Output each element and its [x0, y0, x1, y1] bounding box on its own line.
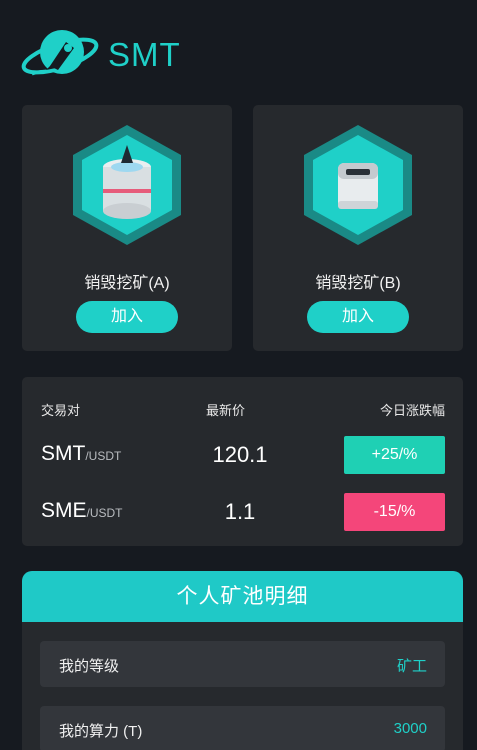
- pool-row-hashrate: 我的算力 (T) 3000: [40, 706, 445, 750]
- join-button-a[interactable]: 加入: [76, 301, 178, 333]
- latest-price: 120.1: [212, 442, 268, 467]
- quote-symbol: /USDT: [86, 506, 123, 520]
- mining-title-a: 销毁挖矿(A): [84, 275, 170, 292]
- change-badge: -15/%: [344, 493, 445, 531]
- latest-price: 1.1: [224, 499, 256, 524]
- mining-card-a: 销毁挖矿(A) 加入: [22, 105, 232, 351]
- mining-machine-box-icon: [304, 125, 412, 245]
- pool-row-value: 矿工: [396, 658, 427, 675]
- market-table: 交易对 最新价 今日涨跌幅 SMT/USDT 120.1 +25/% SME/U…: [22, 377, 463, 546]
- header-change: 今日涨跌幅: [379, 403, 445, 418]
- rocket-planet-logo-icon: [21, 30, 99, 76]
- mining-title-b: 销毁挖矿(B): [315, 275, 401, 292]
- mining-machine-cylinder-icon: [73, 125, 181, 245]
- symbol: SMT/USDT: [41, 442, 121, 466]
- base-symbol: SME: [41, 499, 87, 522]
- header-price: 最新价: [206, 403, 246, 418]
- app-header: SMT: [20, 22, 181, 88]
- personal-pool-panel: 个人矿池明细 我的等级 矿工 我的算力 (T) 3000: [22, 571, 463, 750]
- base-symbol: SMT: [41, 442, 86, 465]
- header-pair: 交易对: [41, 403, 81, 418]
- mining-card-b: 销毁挖矿(B) 加入: [253, 105, 463, 351]
- pool-row-level: 我的等级 矿工: [40, 641, 445, 687]
- market-row-smt[interactable]: SMT/USDT 120.1 +25/%: [22, 436, 463, 474]
- symbol: SME/USDT: [41, 499, 123, 523]
- join-button-b[interactable]: 加入: [307, 301, 409, 333]
- change-badge: +25/%: [344, 436, 445, 474]
- brand-name: SMT: [108, 36, 181, 73]
- pool-row-value: 3000: [393, 720, 427, 737]
- market-row-sme[interactable]: SME/USDT 1.1 -15/%: [22, 493, 463, 531]
- pool-row-label: 我的算力 (T): [59, 723, 143, 740]
- pool-row-label: 我的等级: [59, 658, 120, 675]
- quote-symbol: /USDT: [85, 449, 122, 463]
- pool-title: 个人矿池明细: [22, 571, 463, 622]
